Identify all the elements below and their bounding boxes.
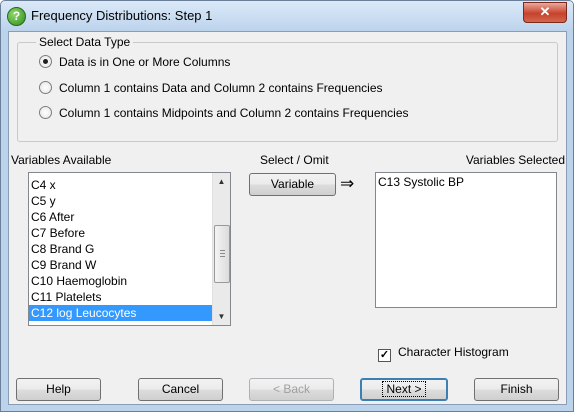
variable-button[interactable]: Variable	[249, 173, 336, 196]
radio-indicator[interactable]	[39, 106, 52, 119]
scrollbar[interactable]: ▲ ▼	[212, 173, 230, 325]
list-item[interactable]: C5 y	[29, 193, 212, 209]
radio-midpoints-frequencies[interactable]: Column 1 contains Midpoints and Column 2…	[39, 106, 409, 120]
data-type-group: Select Data Type Data is in One or More …	[17, 35, 558, 142]
radio-label: Column 1 contains Midpoints and Column 2…	[59, 106, 409, 120]
help-label: Help	[46, 382, 71, 396]
list-item[interactable]: C10 Haemoglobin	[29, 273, 212, 289]
radio-data-frequencies[interactable]: Column 1 contains Data and Column 2 cont…	[39, 81, 383, 95]
available-items: C4 x C5 y C6 After C7 Before C8 Brand G C9 Br…	[29, 177, 212, 321]
list-item[interactable]: C6 After	[29, 209, 212, 225]
data-type-legend: Select Data Type	[36, 35, 134, 49]
close-button[interactable]: ✕	[523, 2, 567, 23]
list-item[interactable]: C4 x	[29, 177, 212, 193]
dialog-client-area: Select Data Type Data is in One or More …	[8, 31, 567, 405]
scroll-up-icon[interactable]: ▲	[213, 173, 230, 190]
radio-indicator[interactable]	[39, 81, 52, 94]
checkbox-indicator[interactable]: ✓	[378, 349, 391, 362]
window-title: Frequency Distributions: Step 1	[31, 8, 213, 23]
finish-button[interactable]: Finish	[474, 378, 559, 401]
list-item[interactable]: C9 Brand W	[29, 257, 212, 273]
back-label: < Back	[272, 382, 311, 396]
variables-selected-list[interactable]: C13 Systolic BP	[375, 172, 557, 308]
arrow-right-icon: ⇒	[340, 174, 355, 193]
title-bar[interactable]: ? Frequency Distributions: Step 1 ✕	[1, 1, 573, 31]
question-icon: ?	[7, 7, 26, 26]
list-item[interactable]: C8 Brand G	[29, 241, 212, 257]
select-omit-label: Select / Omit	[260, 153, 329, 167]
scroll-down-icon[interactable]: ▼	[213, 308, 230, 325]
character-histogram-checkbox[interactable]: ✓ Character Histogram	[378, 345, 509, 362]
dialog-window: ? Frequency Distributions: Step 1 ✕ Sele…	[0, 0, 574, 412]
variables-available-list[interactable]: C4 x C5 y C6 After C7 Before C8 Brand G C9 Br…	[28, 172, 231, 326]
radio-indicator[interactable]	[39, 55, 52, 68]
cancel-button[interactable]: Cancel	[138, 378, 223, 401]
next-button[interactable]: Next >	[360, 378, 448, 401]
variables-selected-label: Variables Selected	[465, 153, 565, 167]
finish-label: Finish	[500, 382, 533, 396]
next-label: Next >	[382, 381, 426, 397]
cancel-label: Cancel	[161, 382, 200, 396]
selected-items: C13 Systolic BP	[376, 174, 552, 190]
help-button[interactable]: Help	[16, 378, 101, 401]
scroll-thumb[interactable]	[214, 225, 230, 283]
variable-button-label: Variable	[270, 177, 315, 191]
radio-data-columns[interactable]: Data is in One or More Columns	[39, 55, 230, 69]
list-item[interactable]: C12 log Leucocytes	[29, 305, 212, 321]
radio-label: Column 1 contains Data and Column 2 cont…	[59, 81, 383, 95]
radio-label: Data is in One or More Columns	[59, 55, 231, 69]
list-item[interactable]: C11 Platelets	[29, 289, 212, 305]
list-item[interactable]: C13 Systolic BP	[376, 174, 552, 190]
character-histogram-label: Character Histogram	[398, 345, 509, 359]
back-button[interactable]: < Back	[249, 378, 334, 401]
close-icon: ✕	[539, 4, 551, 19]
list-item[interactable]: C7 Before	[29, 225, 212, 241]
variables-available-label: Variables Available	[11, 153, 112, 167]
